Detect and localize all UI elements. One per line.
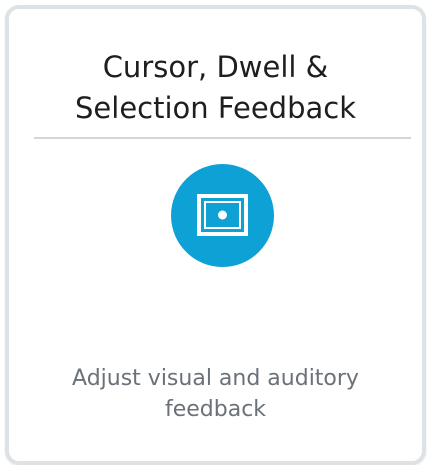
screen-frame-icon	[171, 164, 274, 267]
card-description: Adjust visual and auditory feedback	[29, 363, 402, 425]
feedback-settings-card[interactable]: Cursor, Dwell & Selection Feedback Adjus…	[5, 5, 426, 465]
card-description-line-1: Adjust visual and auditory	[72, 366, 359, 391]
card-title-line-2: Selection Feedback	[75, 91, 356, 125]
card-title: Cursor, Dwell & Selection Feedback	[9, 47, 422, 129]
card-description-line-2: feedback	[164, 397, 267, 422]
title-divider	[34, 137, 411, 139]
card-title-line-1: Cursor, Dwell &	[102, 50, 329, 84]
